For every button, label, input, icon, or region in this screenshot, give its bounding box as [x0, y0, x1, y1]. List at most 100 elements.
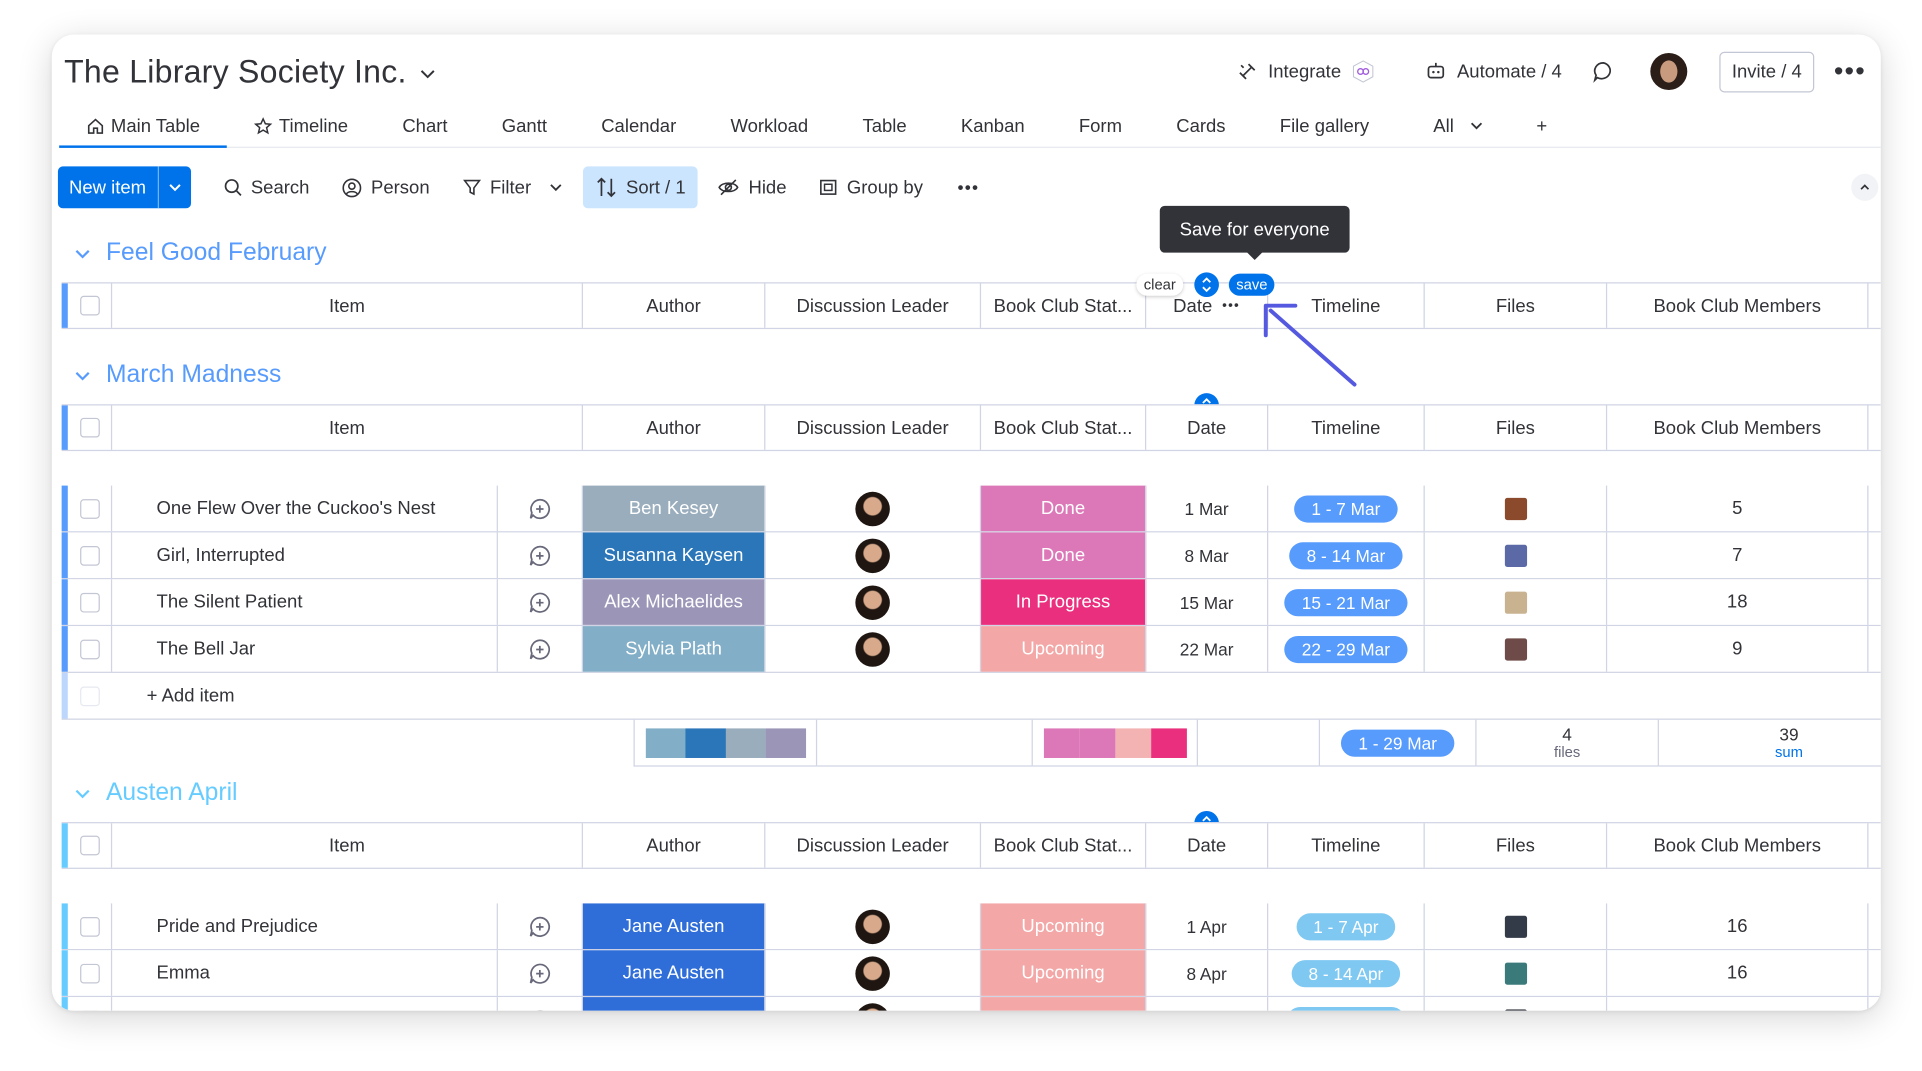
status-cell[interactable]: Upcoming — [981, 626, 1147, 672]
checkbox-box[interactable] — [79, 592, 100, 612]
date-cell[interactable]: 1 Apr — [1146, 903, 1269, 950]
members-count[interactable]: 16 — [1607, 903, 1869, 950]
timeline-cell[interactable]: 8 - 14 Mar — [1268, 532, 1425, 579]
board-title[interactable]: The Library Society Inc. — [64, 52, 407, 90]
automate-button[interactable]: Automate / 4 — [1425, 60, 1562, 82]
file-thumbnail[interactable] — [1504, 961, 1527, 985]
tab-all-dropdown[interactable]: All — [1396, 105, 1516, 147]
group-by-button[interactable]: Group by — [806, 166, 935, 208]
group-title-mar[interactable]: March Madness — [74, 361, 281, 389]
column-header-files[interactable]: Files — [1425, 283, 1608, 328]
tab-table[interactable]: Table — [835, 105, 933, 147]
checkbox-box[interactable] — [79, 545, 100, 566]
timeline-cell[interactable]: 1 - 7 Mar — [1268, 485, 1425, 532]
new-item-label[interactable]: New item — [58, 166, 159, 209]
status-cell[interactable]: Upcoming — [981, 997, 1147, 1011]
item-name[interactable]: Girl, Interrupted — [112, 532, 498, 579]
avatar[interactable] — [855, 537, 890, 573]
column-header-author[interactable]: Author — [583, 405, 766, 450]
avatar[interactable] — [855, 631, 890, 667]
add-update-button[interactable] — [498, 579, 583, 625]
avatar[interactable] — [855, 1002, 890, 1011]
column-header-discussion-leader[interactable]: Discussion Leader — [765, 283, 982, 328]
sort-button[interactable]: Sort / 1 — [582, 166, 698, 209]
person-filter-button[interactable]: Person — [329, 166, 442, 208]
discussion-leader-cell[interactable] — [765, 903, 982, 950]
add-view-button[interactable]: + — [1517, 105, 1575, 147]
file-thumbnail[interactable] — [1504, 637, 1527, 661]
author-cell[interactable]: Alex Michaelides — [582, 579, 766, 625]
checkbox-box[interactable] — [79, 963, 100, 983]
row-checkbox[interactable] — [68, 950, 113, 996]
new-item-dropdown[interactable] — [158, 166, 190, 208]
column-header-date[interactable]: Date — [1146, 405, 1269, 450]
item-name[interactable]: Pride and Prejudice — [112, 903, 498, 950]
file-thumbnail[interactable] — [1504, 590, 1527, 614]
add-update-button[interactable] — [498, 626, 583, 672]
files-cell[interactable] — [1425, 579, 1608, 625]
date-cell[interactable]: 15 Mar — [1146, 579, 1269, 625]
invite-button[interactable]: Invite / 4 — [1719, 51, 1815, 92]
members-count[interactable]: 10 — [1607, 997, 1869, 1011]
column-header-files[interactable]: Files — [1425, 823, 1608, 868]
tab-file-gallery[interactable]: File gallery — [1253, 105, 1397, 147]
integrate-button[interactable]: Integrate — [1236, 54, 1385, 89]
column-header-discussion-leader[interactable]: Discussion Leader — [765, 405, 982, 450]
date-cell[interactable]: 8 Apr — [1146, 950, 1269, 996]
new-item-button[interactable]: New item — [57, 166, 191, 209]
column-header-date[interactable]: Date — [1146, 823, 1269, 868]
avatar[interactable] — [855, 491, 890, 526]
row-checkbox[interactable] — [68, 626, 113, 672]
sort-indicator-icon[interactable] — [1194, 272, 1219, 298]
discussion-leader-cell[interactable] — [765, 532, 982, 579]
chevron-down-icon[interactable] — [419, 65, 436, 82]
status-cell[interactable]: Upcoming — [981, 903, 1147, 950]
author-cell[interactable]: Jane Austen — [582, 903, 766, 950]
members-count[interactable]: 16 — [1607, 950, 1869, 996]
column-header-item[interactable]: Item — [112, 405, 583, 450]
add-item-input[interactable]: + Add item — [112, 673, 605, 719]
status-cell[interactable]: Done — [981, 532, 1147, 579]
tab-form[interactable]: Form — [1052, 105, 1149, 147]
add-update-button[interactable] — [498, 997, 583, 1011]
column-header-author[interactable]: Author — [583, 823, 766, 868]
column-header-item[interactable]: Item — [112, 283, 583, 328]
chevron-down-icon[interactable] — [548, 180, 563, 195]
tab-workload[interactable]: Workload — [703, 105, 835, 147]
status-cell[interactable]: Upcoming — [981, 950, 1147, 996]
discussion-leader-cell[interactable] — [765, 579, 982, 625]
collapse-header-button[interactable] — [1851, 173, 1879, 201]
item-name[interactable]: The Bell Jar — [112, 626, 498, 672]
date-cell[interactable]: 8 Mar — [1146, 532, 1269, 579]
checkbox-box[interactable] — [79, 916, 100, 937]
item-name[interactable]: The Silent Patient — [112, 579, 498, 625]
column-header-files[interactable]: Files — [1425, 405, 1608, 450]
author-cell[interactable]: Susanna Kaysen — [582, 532, 766, 579]
column-header-item[interactable]: Item — [112, 823, 583, 868]
select-all-checkbox[interactable] — [68, 283, 113, 328]
filter-button[interactable]: Filter — [449, 166, 575, 208]
file-thumbnail[interactable] — [1504, 497, 1527, 520]
avatar[interactable] — [855, 955, 890, 991]
add-update-button[interactable] — [498, 950, 583, 996]
column-header-status[interactable]: Book Club Stat... — [981, 823, 1147, 868]
tab-kanban[interactable]: Kanban — [934, 105, 1052, 147]
select-all-checkbox[interactable] — [68, 405, 113, 450]
files-cell[interactable] — [1425, 485, 1608, 532]
members-count[interactable]: 5 — [1607, 485, 1869, 532]
item-name[interactable]: Emma — [112, 950, 498, 996]
group-title-apr[interactable]: Austen April — [74, 779, 238, 807]
item-name[interactable]: One Flew Over the Cuckoo's Nest — [112, 485, 498, 532]
row-checkbox[interactable] — [68, 532, 113, 579]
sort-clear-button[interactable]: clear — [1136, 273, 1184, 296]
checkbox-box[interactable] — [79, 1010, 100, 1011]
column-header-members[interactable]: Book Club Members — [1607, 405, 1869, 450]
author-cell[interactable]: Jane Austen — [582, 950, 766, 996]
discussion-leader-cell[interactable] — [765, 485, 982, 532]
column-header-members[interactable]: Book Club Members — [1607, 823, 1869, 868]
checkbox-box[interactable] — [79, 639, 100, 659]
row-checkbox[interactable] — [68, 485, 113, 532]
column-header-status[interactable]: Book Club Stat... — [981, 405, 1147, 450]
timeline-cell[interactable]: 8 - 14 Apr — [1268, 950, 1425, 996]
tab-timeline[interactable]: Timeline — [227, 105, 375, 147]
